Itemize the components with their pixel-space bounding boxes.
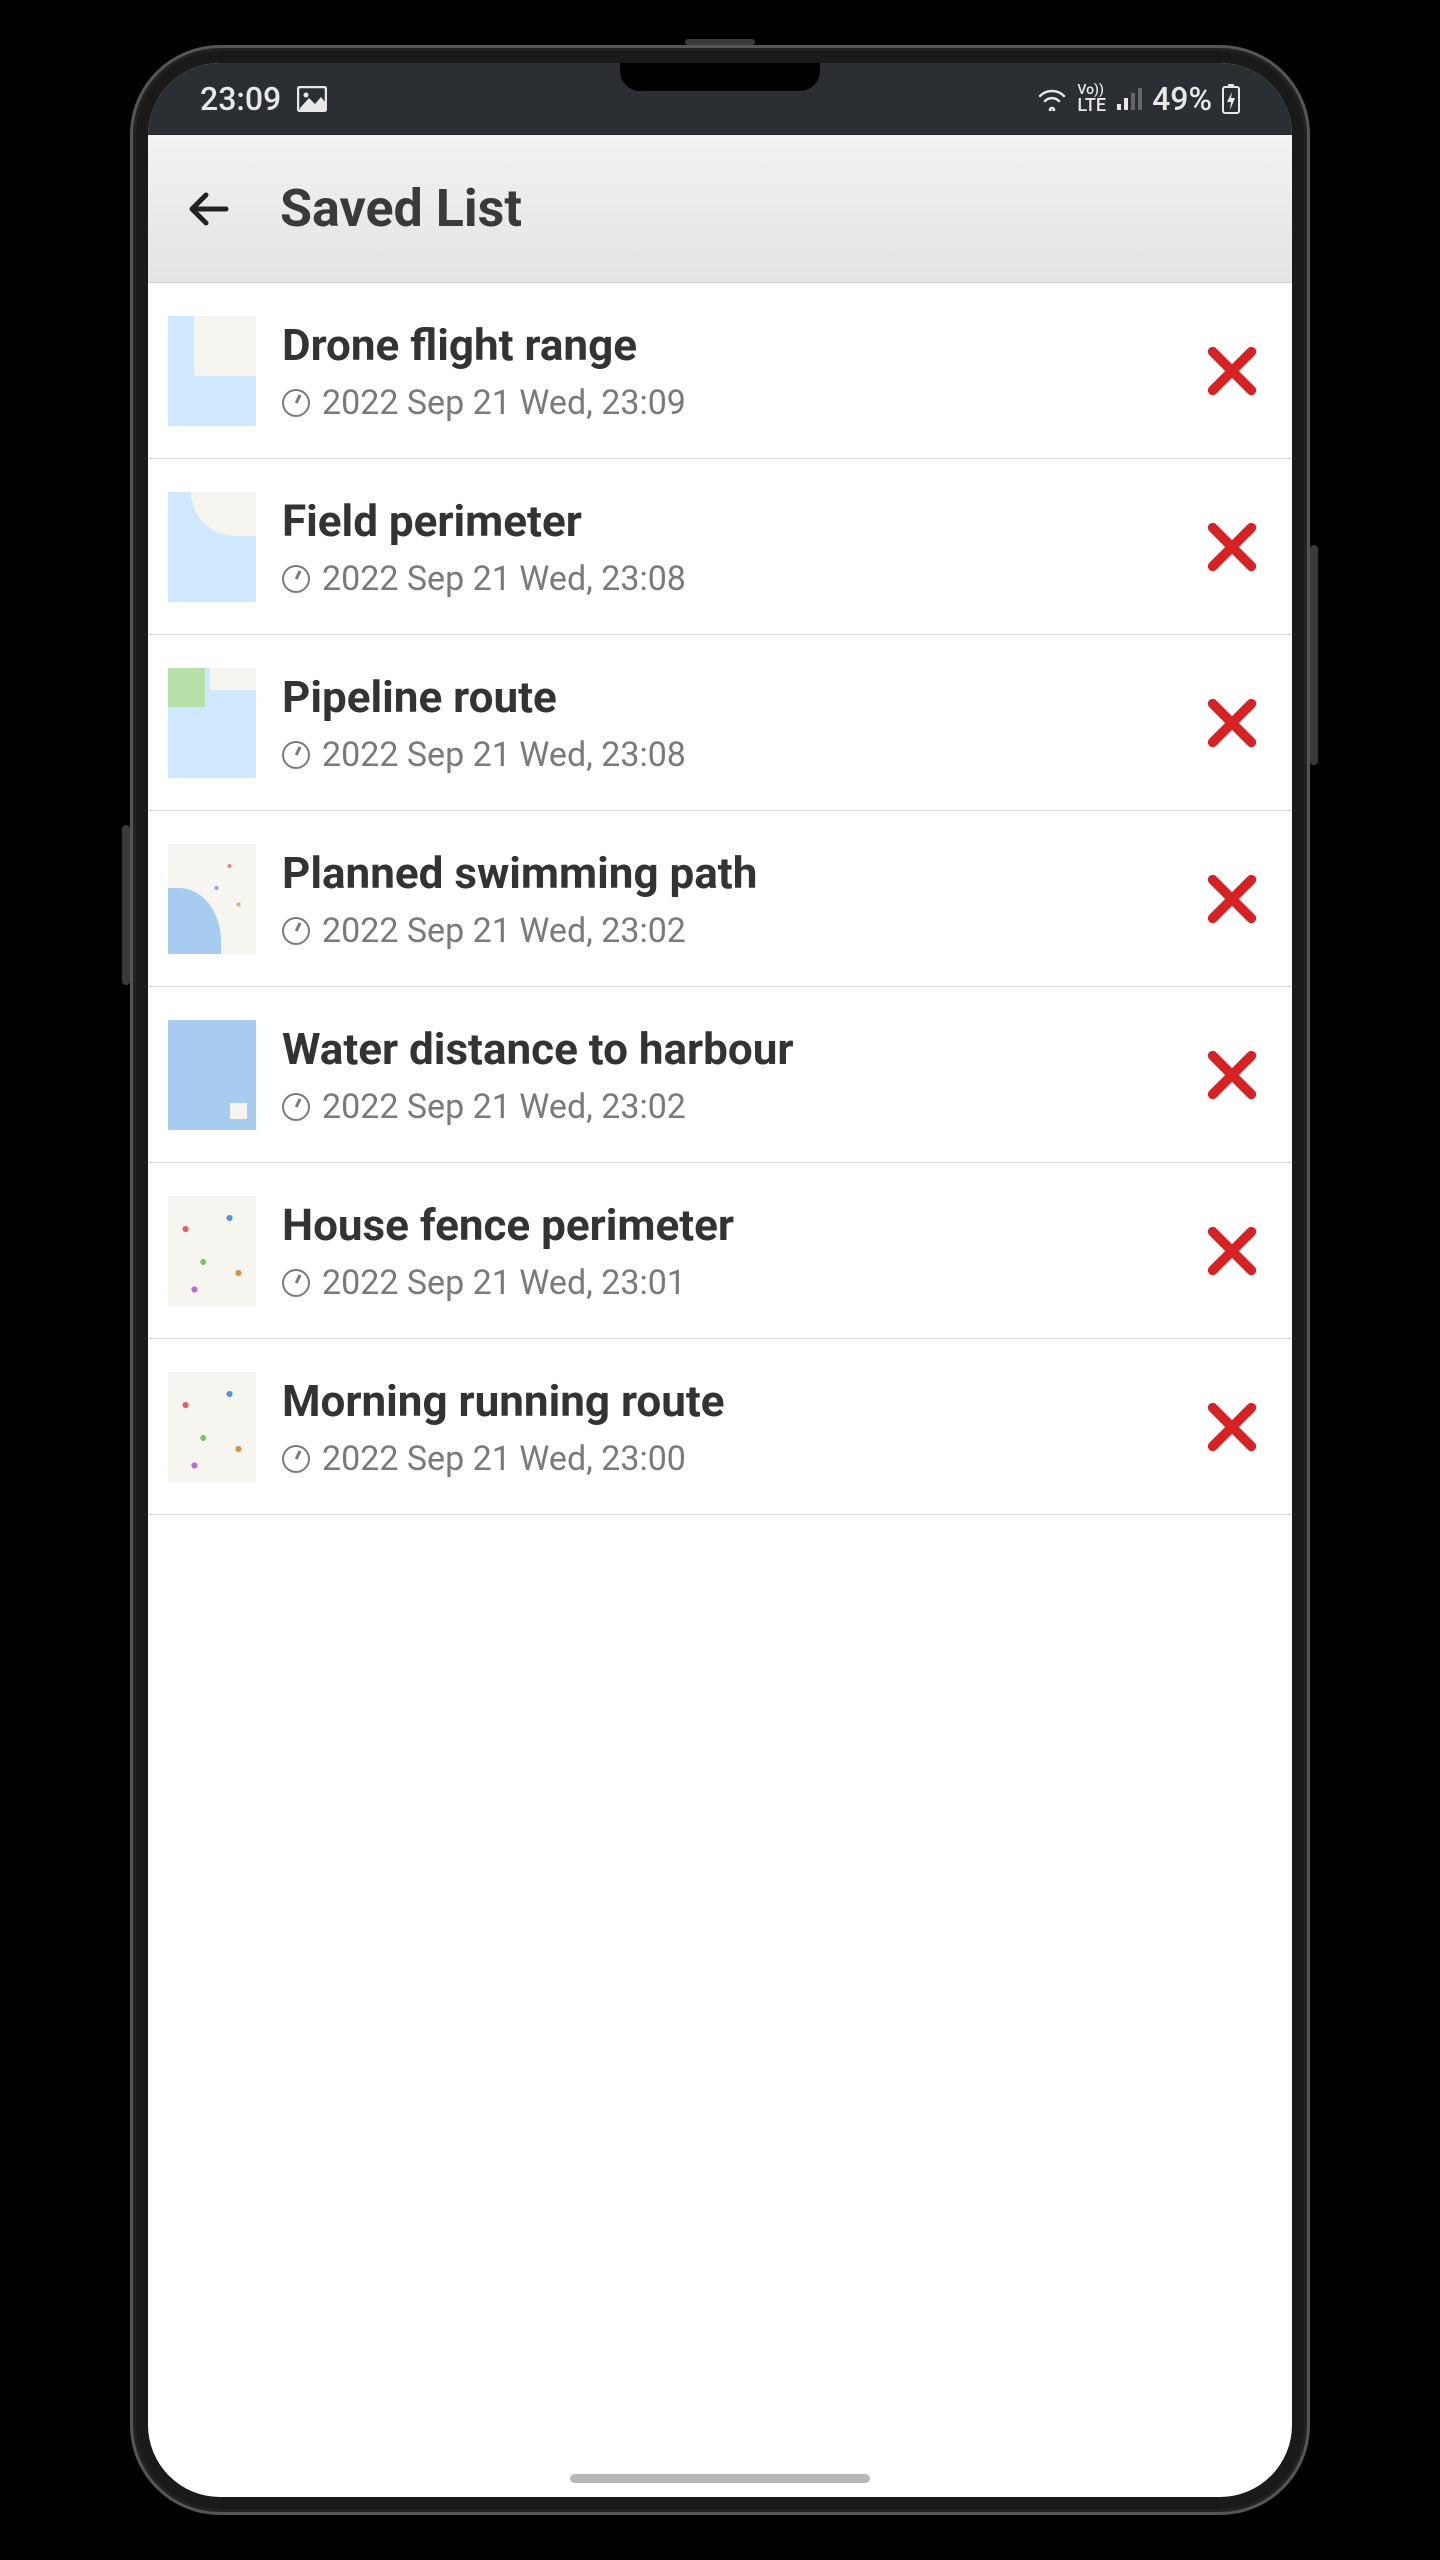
phone-screen: 23:09 Vo)) LTE 49% [148,63,1292,2497]
list-item[interactable]: Planned swimming path 2022 Sep 21 Wed, 2… [148,811,1292,987]
map-thumbnail [168,1196,256,1306]
item-title: Field perimeter [282,495,1170,547]
phone-notch [620,63,820,91]
item-timestamp: 2022 Sep 21 Wed, 23:01 [322,1263,686,1303]
item-title: Drone flight range [282,319,1170,371]
item-meta: 2022 Sep 21 Wed, 23:08 [282,559,1170,599]
list-item[interactable]: Water distance to harbour 2022 Sep 21 We… [148,987,1292,1163]
delete-button[interactable] [1196,1391,1268,1463]
item-meta: 2022 Sep 21 Wed, 23:08 [282,735,1170,775]
map-thumbnail [168,492,256,602]
list-item[interactable]: Morning running route 2022 Sep 21 Wed, 2… [148,1339,1292,1515]
close-icon [1203,1046,1261,1104]
map-thumbnail [168,316,256,426]
delete-button[interactable] [1196,511,1268,583]
app-bar: Saved List [148,135,1292,283]
item-body: Morning running route 2022 Sep 21 Wed, 2… [282,1375,1170,1479]
item-body: Planned swimming path 2022 Sep 21 Wed, 2… [282,847,1170,951]
map-thumbnail [168,844,256,954]
list-item[interactable]: Field perimeter 2022 Sep 21 Wed, 23:08 [148,459,1292,635]
item-timestamp: 2022 Sep 21 Wed, 23:08 [322,735,686,775]
item-meta: 2022 Sep 21 Wed, 23:02 [282,911,1170,951]
clock-icon [282,389,310,417]
phone-top-button [685,39,755,45]
close-icon [1203,694,1261,752]
delete-button[interactable] [1196,1215,1268,1287]
list-item[interactable]: House fence perimeter 2022 Sep 21 Wed, 2… [148,1163,1292,1339]
item-timestamp: 2022 Sep 21 Wed, 23:02 [322,1087,686,1127]
list-item[interactable]: Drone flight range 2022 Sep 21 Wed, 23:0… [148,283,1292,459]
saved-list[interactable]: Drone flight range 2022 Sep 21 Wed, 23:0… [148,283,1292,1515]
close-icon [1203,518,1261,576]
gallery-icon [297,86,327,112]
map-thumbnail [168,1020,256,1130]
signal-icon [1116,88,1142,110]
item-title: Morning running route [282,1375,1170,1427]
close-icon [1203,1398,1261,1456]
item-timestamp: 2022 Sep 21 Wed, 23:00 [322,1439,686,1479]
gesture-bar[interactable] [570,2474,870,2483]
delete-button[interactable] [1196,1039,1268,1111]
back-button[interactable] [180,179,240,239]
clock-icon [282,1445,310,1473]
close-icon [1203,870,1261,928]
item-timestamp: 2022 Sep 21 Wed, 23:08 [322,559,686,599]
item-meta: 2022 Sep 21 Wed, 23:00 [282,1439,1170,1479]
item-body: Field perimeter 2022 Sep 21 Wed, 23:08 [282,495,1170,599]
item-timestamp: 2022 Sep 21 Wed, 23:02 [322,911,686,951]
arrow-left-icon [186,185,234,233]
list-item[interactable]: Pipeline route 2022 Sep 21 Wed, 23:08 [148,635,1292,811]
phone-side-button-right [1310,545,1318,765]
item-title: Water distance to harbour [282,1023,1170,1075]
clock-icon [282,741,310,769]
clock-icon [282,917,310,945]
item-body: Water distance to harbour 2022 Sep 21 We… [282,1023,1170,1127]
battery-icon [1222,84,1240,114]
status-left: 23:09 [200,80,327,118]
phone-side-button-left [122,825,130,985]
item-meta: 2022 Sep 21 Wed, 23:09 [282,383,1170,423]
close-icon [1203,1222,1261,1280]
close-icon [1203,342,1261,400]
item-body: House fence perimeter 2022 Sep 21 Wed, 2… [282,1199,1170,1303]
item-title: House fence perimeter [282,1199,1170,1251]
delete-button[interactable] [1196,687,1268,759]
item-body: Pipeline route 2022 Sep 21 Wed, 23:08 [282,671,1170,775]
item-body: Drone flight range 2022 Sep 21 Wed, 23:0… [282,319,1170,423]
item-meta: 2022 Sep 21 Wed, 23:02 [282,1087,1170,1127]
network-type-label: Vo)) LTE [1077,83,1106,115]
status-right: Vo)) LTE 49% [1037,80,1240,118]
delete-button[interactable] [1196,335,1268,407]
item-meta: 2022 Sep 21 Wed, 23:01 [282,1263,1170,1303]
map-thumbnail [168,668,256,778]
item-title: Planned swimming path [282,847,1170,899]
phone-frame: 23:09 Vo)) LTE 49% [130,45,1310,2515]
battery-percent: 49% [1152,80,1212,118]
delete-button[interactable] [1196,863,1268,935]
wifi-icon [1037,87,1067,111]
item-timestamp: 2022 Sep 21 Wed, 23:09 [322,383,686,423]
status-time: 23:09 [200,80,281,118]
map-thumbnail [168,1372,256,1482]
item-title: Pipeline route [282,671,1170,723]
clock-icon [282,1269,310,1297]
clock-icon [282,565,310,593]
page-title: Saved List [280,178,522,239]
clock-icon [282,1093,310,1121]
